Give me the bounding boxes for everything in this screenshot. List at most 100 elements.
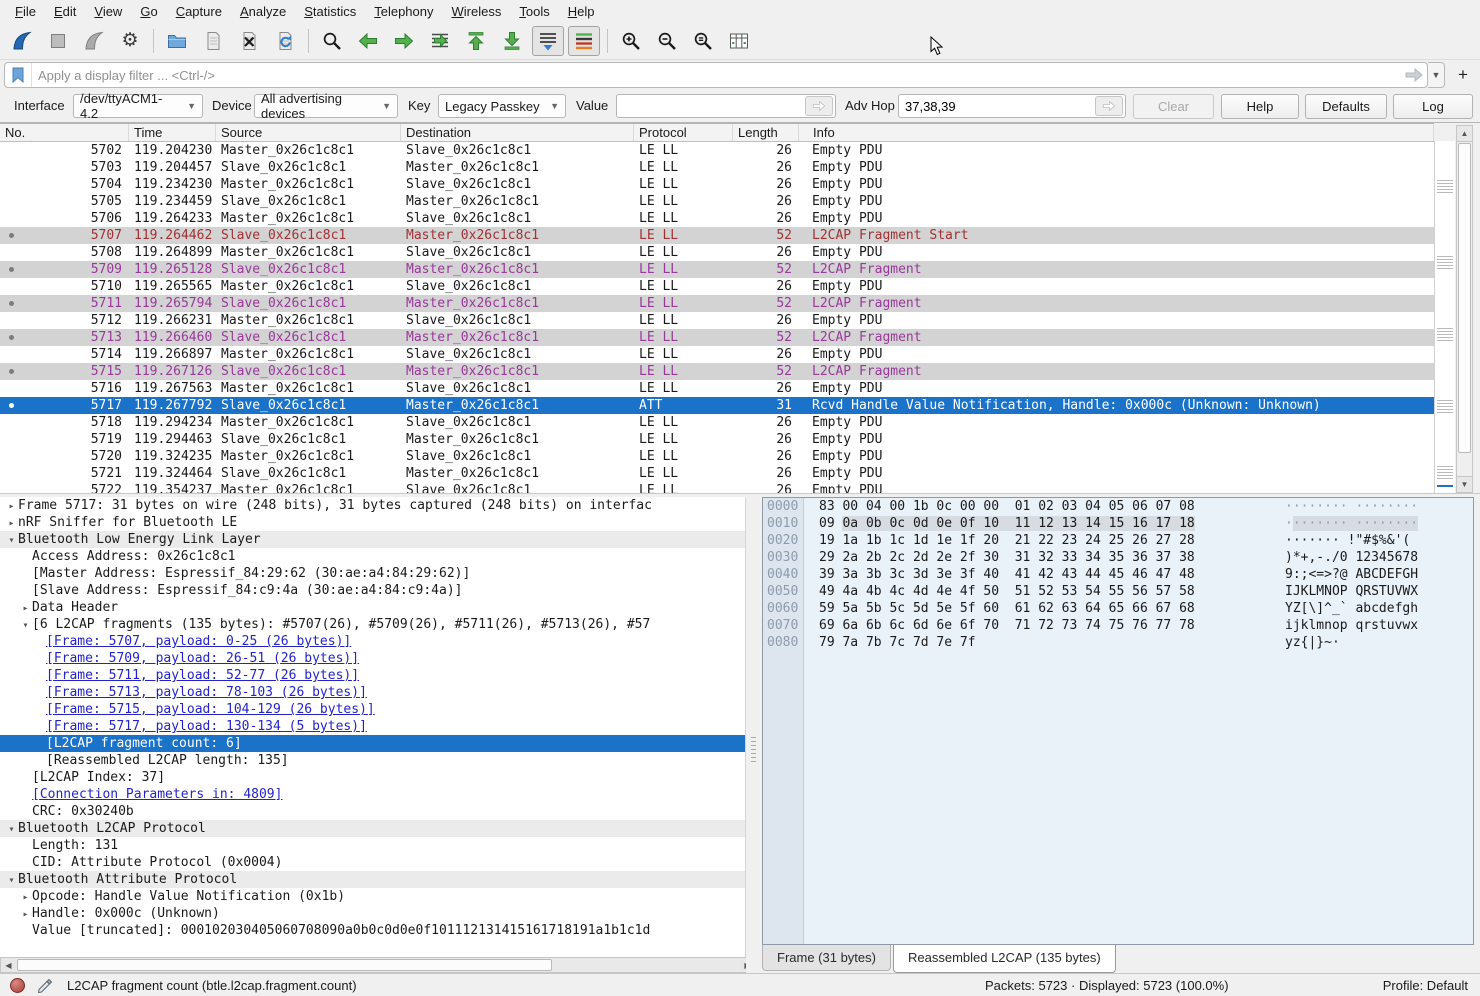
hex-row-0000[interactable]: 000083 00 04 00 1b 0c 00 00 01 02 03 04 … — [763, 498, 1473, 515]
last-packet-icon[interactable] — [496, 26, 528, 56]
menu-statistics[interactable]: Statistics — [295, 2, 365, 21]
detail-row[interactable]: ▾Bluetooth Attribute Protocol — [0, 871, 745, 888]
find-packet-icon[interactable] — [316, 26, 348, 56]
menu-telephony[interactable]: Telephony — [365, 2, 442, 21]
bookmark-icon[interactable] — [5, 63, 32, 87]
packet-list-header[interactable]: No.TimeSourceDestinationProtocolLengthIn… — [0, 124, 1434, 142]
zoom-in-icon[interactable] — [615, 26, 647, 56]
advhop-go-icon[interactable] — [1095, 96, 1123, 116]
display-filter-input[interactable] — [32, 68, 1401, 83]
hex-row-0040[interactable]: 004039 3a 3b 3c 3d 3e 3f 40 41 42 43 44 … — [763, 566, 1473, 583]
menu-help[interactable]: Help — [559, 2, 604, 21]
interface-select[interactable]: /dev/ttyACM1-4.2▼ — [73, 94, 203, 118]
expander-open-icon[interactable]: ▾ — [5, 532, 18, 548]
detail-row[interactable]: [L2CAP Index: 37] — [0, 769, 745, 786]
detail-row[interactable]: [Frame: 5707, payload: 0-25 (26 bytes)] — [0, 633, 745, 650]
column-header-no[interactable]: No. — [0, 124, 129, 141]
packet-row-5713[interactable]: 5713119.266460Slave_0x26c1c8c1Master_0x2… — [0, 329, 1434, 346]
display-filter-box[interactable] — [4, 62, 1428, 88]
detail-hscrollbar[interactable]: ◀ ▶ — [0, 957, 757, 973]
packet-list-scrollbar[interactable]: ▲ ▼ — [1456, 125, 1473, 493]
packet-row-5702[interactable]: 5702119.204230Master_0x26c1c8c1Slave_0x2… — [0, 142, 1434, 159]
expander-closed-icon[interactable]: ▸ — [19, 889, 32, 905]
byte-view-tab-active[interactable]: Reassembled L2CAP (135 bytes) — [893, 945, 1116, 973]
clear-button[interactable]: Clear — [1133, 94, 1214, 119]
packet-row-5706[interactable]: 5706119.264233Master_0x26c1c8c1Slave_0x2… — [0, 210, 1434, 227]
value-input[interactable] — [617, 99, 805, 114]
menu-file[interactable]: File — [6, 2, 45, 21]
detail-row[interactable]: [Frame: 5715, payload: 104-129 (26 bytes… — [0, 701, 745, 718]
hex-row-0070[interactable]: 007069 6a 6b 6c 6d 6e 6f 70 71 72 73 74 … — [763, 617, 1473, 634]
expander-open-icon[interactable]: ▾ — [5, 821, 18, 837]
detail-row[interactable]: [Reassembled L2CAP length: 135] — [0, 752, 745, 769]
resize-columns-icon[interactable] — [723, 26, 755, 56]
packet-row-5703[interactable]: 5703119.204457Slave_0x26c1c8c1Master_0x2… — [0, 159, 1434, 176]
detail-row[interactable]: [Frame: 5711, payload: 52-77 (26 bytes)] — [0, 667, 745, 684]
save-file-icon[interactable] — [197, 26, 229, 56]
expander-open-icon[interactable]: ▾ — [5, 872, 18, 888]
expander-closed-icon[interactable]: ▸ — [5, 498, 18, 514]
menu-go[interactable]: Go — [131, 2, 166, 21]
detail-link[interactable]: [Frame: 5717, payload: 130-134 (5 bytes)… — [46, 719, 367, 734]
hex-dump-pane[interactable]: 000083 00 04 00 1b 0c 00 00 01 02 03 04 … — [762, 497, 1474, 945]
packet-row-5705[interactable]: 5705119.234459Slave_0x26c1c8c1Master_0x2… — [0, 193, 1434, 210]
detail-row[interactable]: Value [truncated]: 000102030405060708090… — [0, 922, 745, 939]
column-header-protocol[interactable]: Protocol — [634, 124, 733, 141]
packet-row-5718[interactable]: 5718119.294234Master_0x26c1c8c1Slave_0x2… — [0, 414, 1434, 431]
detail-link[interactable]: [Frame: 5707, payload: 0-25 (26 bytes)] — [46, 634, 351, 649]
packet-row-5712[interactable]: 5712119.266231Master_0x26c1c8c1Slave_0x2… — [0, 312, 1434, 329]
key-select[interactable]: Legacy Passkey▼ — [438, 94, 566, 118]
menu-capture[interactable]: Capture — [167, 2, 231, 21]
stop-capture-icon[interactable] — [42, 26, 74, 56]
value-field[interactable] — [616, 94, 836, 118]
scroll-up-icon[interactable]: ▲ — [1457, 126, 1472, 142]
packet-row-5720[interactable]: 5720119.324235Master_0x26c1c8c1Slave_0x2… — [0, 448, 1434, 465]
detail-row[interactable]: ▸Frame 5717: 31 bytes on wire (248 bits)… — [0, 497, 745, 514]
packet-row-5709[interactable]: 5709119.265128Slave_0x26c1c8c1Master_0x2… — [0, 261, 1434, 278]
go-to-packet-icon[interactable] — [424, 26, 456, 56]
colorize-icon[interactable] — [568, 26, 600, 56]
zoom-out-icon[interactable] — [651, 26, 683, 56]
packet-row-5716[interactable]: 5716119.267563Master_0x26c1c8c1Slave_0x2… — [0, 380, 1434, 397]
detail-row[interactable]: [Master Address: Espressif_84:29:62 (30:… — [0, 565, 745, 582]
hex-row-0020[interactable]: 002019 1a 1b 1c 1d 1e 1f 20 21 22 23 24 … — [763, 532, 1473, 549]
detail-link[interactable]: [Frame: 5715, payload: 104-129 (26 bytes… — [46, 702, 375, 717]
packet-row-5708[interactable]: 5708119.264899Master_0x26c1c8c1Slave_0x2… — [0, 244, 1434, 261]
packet-row-5711[interactable]: 5711119.265794Slave_0x26c1c8c1Master_0x2… — [0, 295, 1434, 312]
apply-filter-icon[interactable] — [1401, 63, 1427, 87]
restart-capture-icon[interactable] — [78, 26, 110, 56]
hex-row-0080[interactable]: 008079 7a 7b 7c 7d 7e 7fyz{|}~· — [763, 634, 1473, 651]
detail-row[interactable]: CRC: 0x30240b — [0, 803, 745, 820]
packet-row-5717[interactable]: 5717119.267792Slave_0x26c1c8c1Master_0x2… — [0, 397, 1434, 414]
detail-link[interactable]: [Frame: 5709, payload: 26-51 (26 bytes)] — [46, 651, 359, 666]
log-button[interactable]: Log — [1393, 94, 1473, 119]
detail-link[interactable]: [Connection Parameters in: 4809] — [32, 787, 282, 802]
defaults-button[interactable]: Defaults — [1305, 94, 1387, 119]
menu-view[interactable]: View — [85, 2, 131, 21]
menu-analyze[interactable]: Analyze — [231, 2, 295, 21]
device-select[interactable]: All advertising devices▼ — [254, 94, 398, 118]
detail-row[interactable]: [Frame: 5709, payload: 26-51 (26 bytes)] — [0, 650, 745, 667]
hex-row-0060[interactable]: 006059 5a 5b 5c 5d 5e 5f 60 61 62 63 64 … — [763, 600, 1473, 617]
packet-list-minimap[interactable] — [1434, 141, 1455, 493]
detail-row[interactable]: ▸Handle: 0x000c (Unknown) — [0, 905, 745, 922]
scrollbar-thumb[interactable] — [1458, 143, 1471, 453]
packet-row-5719[interactable]: 5719119.294463Slave_0x26c1c8c1Master_0x2… — [0, 431, 1434, 448]
expander-closed-icon[interactable]: ▸ — [19, 600, 32, 616]
detail-row[interactable]: ▸Data Header — [0, 599, 745, 616]
column-header-destination[interactable]: Destination — [401, 124, 634, 141]
advhop-field[interactable] — [898, 94, 1126, 118]
detail-row[interactable]: [Connection Parameters in: 4809] — [0, 786, 745, 803]
open-file-icon[interactable] — [161, 26, 193, 56]
expander-open-icon[interactable]: ▾ — [19, 617, 32, 633]
capture-options-icon[interactable]: ⚙ — [114, 26, 146, 56]
packet-row-5707[interactable]: 5707119.264462Slave_0x26c1c8c1Master_0x2… — [0, 227, 1434, 244]
column-header-info[interactable]: Info — [799, 124, 1434, 141]
detail-link[interactable]: [Frame: 5713, payload: 78-103 (26 bytes)… — [46, 685, 367, 700]
profile-indicator[interactable]: Profile: Default — [1383, 978, 1468, 993]
next-packet-icon[interactable] — [388, 26, 420, 56]
column-header-source[interactable]: Source — [216, 124, 401, 141]
zoom-reset-icon[interactable] — [687, 26, 719, 56]
first-packet-icon[interactable] — [460, 26, 492, 56]
close-file-icon[interactable] — [233, 26, 265, 56]
